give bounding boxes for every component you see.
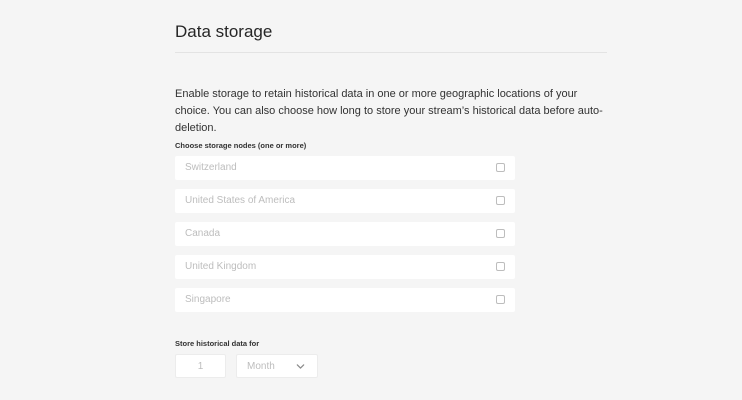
storage-nodes-label: Choose storage nodes (one or more) bbox=[175, 141, 307, 150]
storage-node-usa[interactable]: United States of America bbox=[175, 189, 515, 213]
storage-node-checkbox[interactable] bbox=[496, 295, 505, 304]
storage-node-switzerland[interactable]: Switzerland bbox=[175, 156, 515, 180]
storage-node-canada[interactable]: Canada bbox=[175, 222, 515, 246]
chevron-down-icon bbox=[296, 364, 305, 369]
storage-node-name: United States of America bbox=[185, 195, 296, 206]
storage-node-checkbox[interactable] bbox=[496, 262, 505, 271]
retention-unit-select[interactable]: Month bbox=[236, 354, 318, 378]
retention-unit-value: Month bbox=[247, 361, 275, 372]
section-description: Enable storage to retain historical data… bbox=[175, 88, 603, 134]
storage-node-checkbox[interactable] bbox=[496, 163, 505, 172]
section-title: Data storage bbox=[175, 22, 273, 41]
storage-node-united-kingdom[interactable]: United Kingdom bbox=[175, 255, 515, 279]
retention-amount-input[interactable] bbox=[175, 354, 226, 378]
retention-label: Store historical data for bbox=[175, 339, 260, 348]
storage-node-list: Switzerland United States of America Can… bbox=[175, 156, 515, 321]
storage-node-name: Canada bbox=[185, 228, 221, 239]
storage-node-singapore[interactable]: Singapore bbox=[175, 288, 515, 312]
storage-node-name: Switzerland bbox=[185, 162, 237, 173]
section-divider bbox=[175, 52, 607, 53]
storage-node-name: United Kingdom bbox=[185, 261, 257, 272]
storage-node-checkbox[interactable] bbox=[496, 196, 505, 205]
storage-node-checkbox[interactable] bbox=[496, 229, 505, 238]
storage-node-name: Singapore bbox=[185, 294, 231, 305]
page: Data storage Enable storage to retain hi… bbox=[0, 0, 742, 400]
